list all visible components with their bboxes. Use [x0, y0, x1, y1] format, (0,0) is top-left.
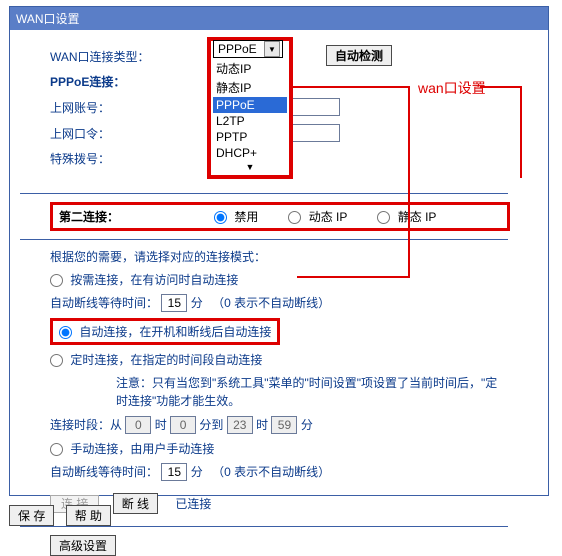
- time-m2: [271, 416, 297, 434]
- period-label: 连接时段：从: [50, 418, 122, 432]
- mode-intro: 根据您的需要，请选择对应的连接模式：: [50, 248, 548, 265]
- autodetect-button[interactable]: 自动检测: [326, 45, 392, 66]
- opt-dynamic[interactable]: 动态IP: [213, 59, 287, 78]
- opt-l2tp[interactable]: L2TP: [213, 113, 287, 129]
- wait-input-2[interactable]: [161, 463, 187, 481]
- help-button[interactable]: 帮 助: [66, 505, 111, 526]
- account-label: 上网账号：: [50, 99, 150, 116]
- mode-sched[interactable]: 定时连接，在指定的时间段自动连接: [50, 353, 262, 367]
- mode-auto-row: 自动连接，在开机和断线后自动连接: [50, 318, 280, 345]
- second-conn-label: 第二连接：: [59, 208, 214, 225]
- pppoe-header: PPPoE连接：: [50, 73, 150, 90]
- second-static[interactable]: 静态 IP: [377, 208, 436, 225]
- time-h1: [125, 416, 151, 434]
- chevron-down-icon: ▼: [264, 41, 280, 57]
- opt-more[interactable]: ▼: [213, 161, 287, 173]
- disconnect-button[interactable]: 断 线: [113, 493, 158, 514]
- panel-title: WAN口设置: [10, 7, 548, 30]
- wan-type-label: WAN口连接类型：: [50, 48, 150, 65]
- annotation-label: wan口设置: [418, 78, 486, 98]
- mode-manual[interactable]: 手动连接，由用户手动连接: [50, 442, 214, 456]
- mode-ondemand[interactable]: 按需连接，在有访问时自动连接: [50, 273, 238, 287]
- opt-pppoe[interactable]: PPPoE: [213, 97, 287, 113]
- second-connection-row: 第二连接： 禁用 动态 IP 静态 IP: [50, 202, 510, 231]
- opt-static[interactable]: 静态IP: [213, 78, 287, 97]
- time-m1: [170, 416, 196, 434]
- advanced-button[interactable]: 高级设置: [50, 535, 116, 556]
- wan-type-select[interactable]: PPPoE ▼: [213, 40, 283, 58]
- sched-note: 注意：只有当您到"系统工具"菜单的"时间设置"项设置了当前时间后，"定时连接"功…: [116, 374, 508, 410]
- password-label: 上网口令：: [50, 125, 150, 142]
- opt-pptp[interactable]: PPTP: [213, 129, 287, 145]
- second-dynamic[interactable]: 动态 IP: [288, 208, 347, 225]
- time-h2: [227, 416, 253, 434]
- conn-state: 已连接: [175, 497, 211, 511]
- wan-type-dropdown[interactable]: PPPoE ▼ 动态IP 静态IP PPPoE L2TP PPTP DHCP+ …: [207, 37, 293, 179]
- mode-auto[interactable]: 自动连接，在开机和断线后自动连接: [59, 323, 271, 340]
- second-disable[interactable]: 禁用: [214, 208, 258, 225]
- opt-dhcp[interactable]: DHCP+: [213, 145, 287, 161]
- wait-note: （0 表示不自动断线）: [212, 296, 330, 310]
- wan-type-value: PPPoE: [218, 42, 257, 56]
- special-label: 特殊拨号：: [50, 150, 150, 167]
- wait-label: 自动断线等待时间：: [50, 296, 158, 310]
- wait-input-1[interactable]: [161, 294, 187, 312]
- save-button[interactable]: 保 存: [9, 505, 54, 526]
